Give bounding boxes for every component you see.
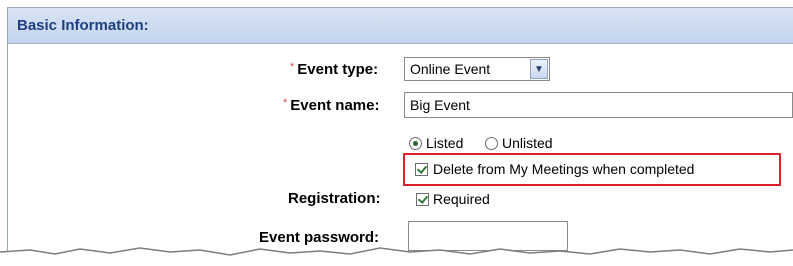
unlisted-label: Unlisted: [502, 135, 553, 151]
basic-information-panel: Basic Information:: [7, 7, 793, 258]
radio-selected-dot: [413, 141, 418, 146]
event-name-label: Event name:: [290, 97, 380, 114]
unlisted-radio[interactable]: [485, 137, 498, 150]
event-password-label: Event password:: [259, 229, 380, 246]
event-name-input[interactable]: Big Event: [404, 92, 793, 118]
event-type-select[interactable]: Online Event ▼: [404, 57, 550, 81]
event-name-value: Big Event: [410, 97, 470, 113]
event-name-label-row: * Event name:: [283, 97, 379, 114]
registration-label: Registration:: [288, 190, 381, 207]
chevron-down-icon[interactable]: ▼: [530, 59, 548, 79]
listed-radio[interactable]: [409, 137, 422, 150]
section-header: Basic Information:: [8, 8, 793, 44]
section-title: Basic Information:: [17, 17, 149, 34]
registration-required-label: Required: [433, 191, 490, 207]
event-type-label: Event type:: [297, 61, 379, 78]
registration-required-checkbox[interactable]: [416, 193, 429, 206]
torn-edge: [0, 247, 793, 266]
delete-when-completed-checkbox[interactable]: [415, 163, 428, 176]
required-marker: *: [283, 97, 288, 109]
event-type-value: Online Event: [410, 61, 491, 77]
event-type-label-row: * Event type:: [290, 61, 378, 78]
required-marker: *: [290, 61, 295, 73]
listed-label: Listed: [426, 135, 464, 151]
delete-when-completed-label: Delete from My Meetings when completed: [433, 161, 695, 177]
